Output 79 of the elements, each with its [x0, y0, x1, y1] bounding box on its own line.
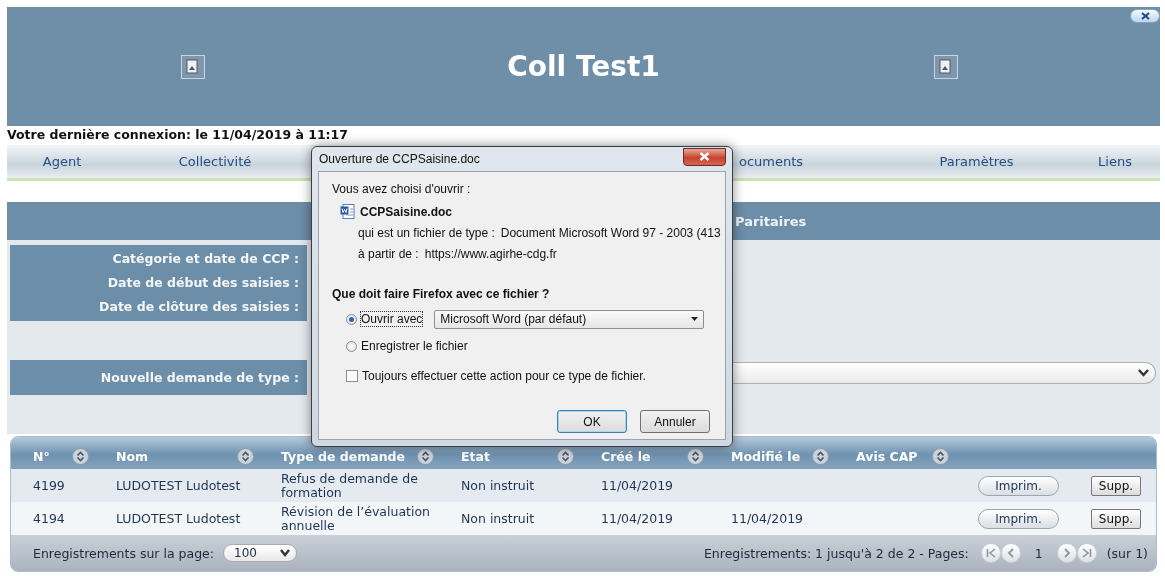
cancel-button[interactable]: Annuler: [640, 410, 710, 433]
last-login-text: Votre dernière connexion: le 11/04/2019 à 11:17: [7, 127, 349, 142]
next-icon: [1061, 548, 1072, 558]
previous-icon: [1005, 548, 1016, 558]
dropdown-arrow-icon: [691, 317, 699, 321]
dialog-title: Ouverture de CCPSaisine.doc: [318, 152, 480, 166]
image-icon: [181, 54, 205, 79]
sort-icon[interactable]: [557, 447, 574, 465]
application-select[interactable]: Microsoft Word (par défaut): [434, 309, 705, 329]
dialog-text: Vous avez choisi d'ouvrir :: [332, 182, 472, 196]
field-label: qui est un fichier de type :: [358, 226, 495, 240]
last-page-icon: [1081, 548, 1092, 558]
close-button[interactable]: [683, 147, 726, 166]
radio-label[interactable]: Enregistrer le fichier: [361, 339, 468, 353]
table-cell-text: 11/04/2019: [730, 511, 805, 526]
table-cell-text: Refus de demande de formation: [280, 471, 419, 500]
section-title: Paritaires: [735, 213, 807, 229]
dialog-question: Que doit faire Firefox avec ce fichier ?: [332, 287, 551, 301]
close-icon: [1140, 12, 1150, 20]
first-page-icon: [985, 548, 996, 558]
sort-icon[interactable]: [932, 447, 949, 465]
table-cell-text: 11/04/2019: [600, 511, 675, 526]
chevron-icon: [280, 549, 290, 557]
nav-item[interactable]: Liens: [1098, 154, 1132, 169]
column-header: Type de demande: [281, 448, 405, 464]
radio-label[interactable]: Ouvrir avec: [361, 312, 423, 326]
page-number: 1: [1034, 545, 1043, 561]
table-cell-text: 4194: [32, 511, 66, 526]
column-header: Nom: [116, 448, 149, 464]
close-button[interactable]: [1130, 9, 1160, 23]
field-value: https://www.agirhe-cdg.fr: [424, 247, 557, 261]
checkbox-label[interactable]: Toujours effectuer cette action pour ce type de fichier.: [362, 369, 646, 383]
column-header: Avis CAP: [856, 448, 918, 464]
print-button[interactable]: Imprim.: [978, 475, 1059, 496]
file-name: CCPSaisine.doc: [360, 204, 453, 219]
field-label: à partir de :: [358, 247, 419, 261]
print-button[interactable]: Imprim.: [978, 508, 1059, 529]
sort-icon[interactable]: [72, 447, 89, 465]
field-label: Date de clôture des saisies :: [99, 298, 299, 316]
field-label: Catégorie et date de CCP :: [112, 250, 299, 268]
document-icon: [340, 204, 355, 219]
first-page-button[interactable]: [980, 543, 1001, 563]
column-header: Modifié le: [731, 448, 801, 464]
field-label: Nouvelle demande de type :: [100, 369, 299, 387]
chevron-icon: [1138, 369, 1149, 377]
table-cell-text: Non instruit: [460, 478, 536, 493]
sort-icon[interactable]: [237, 447, 254, 465]
sort-icon[interactable]: [687, 447, 704, 465]
field-value: Document Microsoft Word 97 - 2003 (413: [500, 226, 721, 240]
sort-icon[interactable]: [417, 447, 434, 465]
nav-item[interactable]: ocuments: [733, 154, 804, 169]
close-icon: [699, 152, 710, 161]
page-size-select[interactable]: 100: [223, 544, 297, 562]
table-cell-text: 4199: [32, 478, 66, 493]
table-cell-text: LUDOTEST Ludotest: [115, 478, 242, 493]
field-label: Date de début des saisies :: [107, 274, 299, 292]
delete-button[interactable]: Supp.: [1090, 508, 1142, 529]
table-cell-text: LUDOTEST Ludotest: [115, 511, 242, 526]
records-summary: Enregistrements: 1 jusqu'à 2 de 2 - Pages:: [703, 545, 969, 561]
ok-button[interactable]: OK: [557, 410, 627, 433]
app-title: Coll Test1: [507, 50, 660, 83]
page-total: (sur 1): [1106, 545, 1148, 561]
table-cell-text: 11/04/2019: [600, 478, 675, 493]
last-page-button[interactable]: [1076, 543, 1097, 563]
nav-item[interactable]: Collectivité: [178, 154, 252, 169]
checkbox[interactable]: [346, 370, 358, 382]
nav-item[interactable]: Agent: [42, 154, 82, 169]
image-icon: [934, 54, 958, 79]
table-cell-text: Non instruit: [460, 511, 536, 526]
radio-button[interactable]: [346, 313, 357, 325]
delete-button[interactable]: Supp.: [1090, 475, 1142, 496]
nav-item[interactable]: Paramètres: [939, 154, 1014, 169]
column-header: N°: [33, 448, 50, 464]
page-size-label: Enregistrements sur la page:: [33, 545, 214, 561]
radio-button[interactable]: [346, 340, 357, 352]
column-header: Etat: [461, 448, 490, 464]
sort-icon[interactable]: [812, 447, 829, 465]
table-cell-text: Révision de l’évaluation annuelle: [280, 504, 431, 533]
column-header: Créé le: [601, 448, 651, 464]
